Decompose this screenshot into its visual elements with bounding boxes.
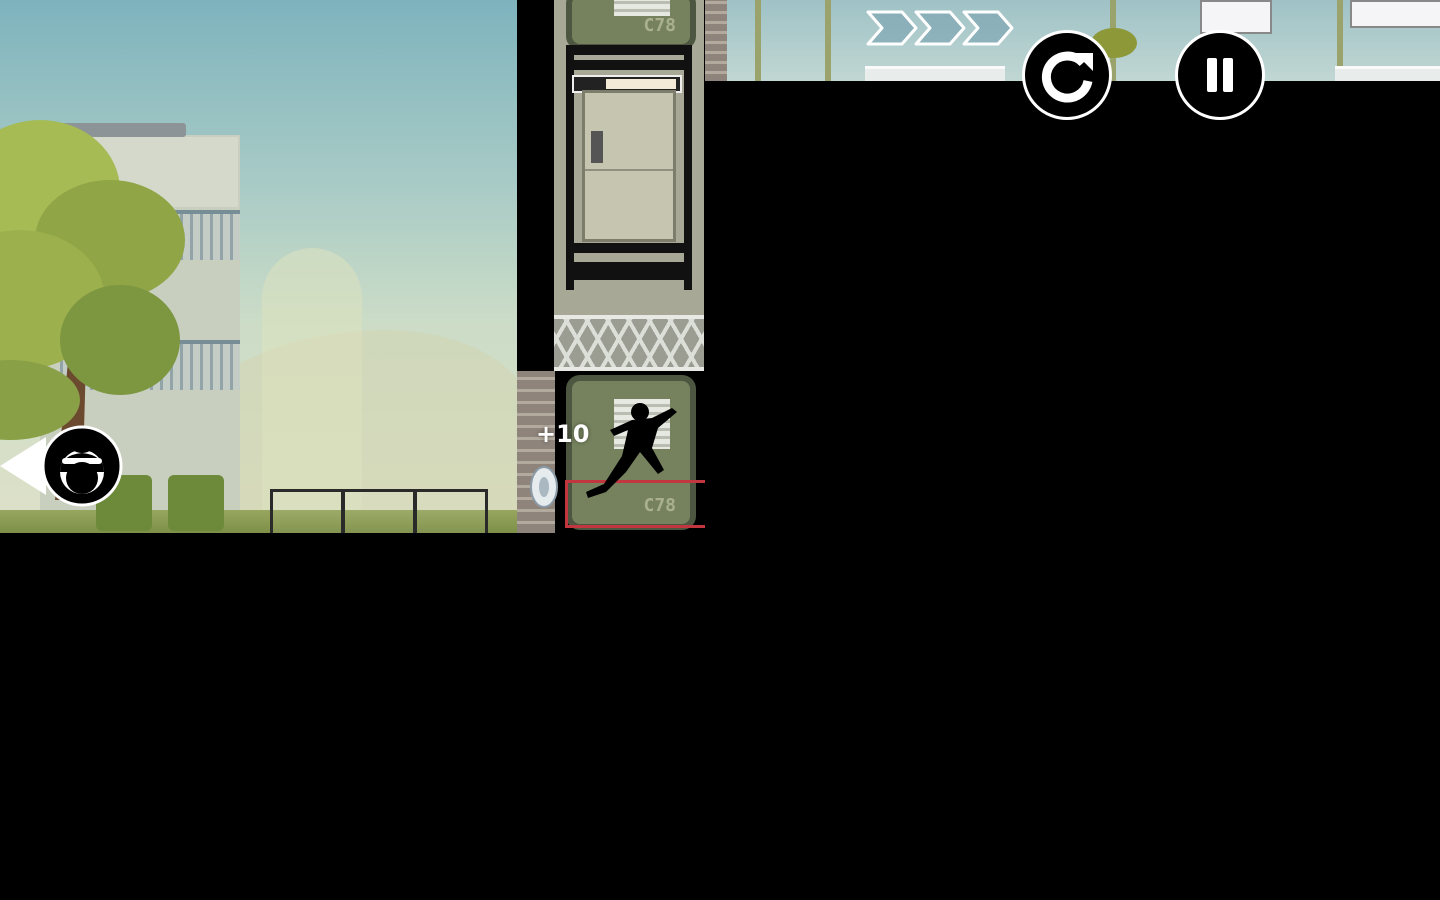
back-arrow-icon bbox=[0, 437, 46, 495]
bonus-orb-icon bbox=[530, 466, 558, 508]
elevator-car bbox=[582, 90, 676, 242]
elevator-keypad bbox=[591, 131, 603, 163]
whiteboard bbox=[1200, 0, 1272, 34]
elevator-frame bbox=[566, 45, 692, 55]
shaft-wall bbox=[517, 0, 554, 371]
elevator-frame bbox=[566, 262, 692, 280]
railing bbox=[414, 489, 488, 533]
wall-picture bbox=[1350, 0, 1440, 28]
crate-code: C78 bbox=[643, 15, 676, 36]
restart-icon bbox=[1041, 51, 1093, 103]
cargo-crate: C78 bbox=[566, 0, 696, 50]
window-frame bbox=[825, 0, 831, 81]
chevron-icon bbox=[866, 10, 1014, 46]
railing bbox=[270, 489, 344, 533]
brick-wall bbox=[705, 0, 727, 81]
elevator-frame bbox=[566, 243, 692, 253]
runner-silhouette bbox=[586, 403, 677, 498]
steel-truss bbox=[554, 315, 704, 371]
restart-button[interactable] bbox=[1022, 30, 1112, 120]
elevator-post bbox=[684, 45, 692, 290]
desk bbox=[1335, 66, 1440, 81]
pause-icon bbox=[1207, 58, 1233, 92]
railing bbox=[342, 489, 416, 533]
level-progress-chevrons bbox=[866, 10, 1014, 46]
window-frame bbox=[755, 0, 761, 81]
bush bbox=[168, 475, 224, 531]
elevator-frame bbox=[566, 60, 692, 70]
back-button[interactable] bbox=[0, 425, 124, 507]
desk bbox=[865, 66, 1005, 81]
pause-button[interactable] bbox=[1175, 30, 1265, 120]
